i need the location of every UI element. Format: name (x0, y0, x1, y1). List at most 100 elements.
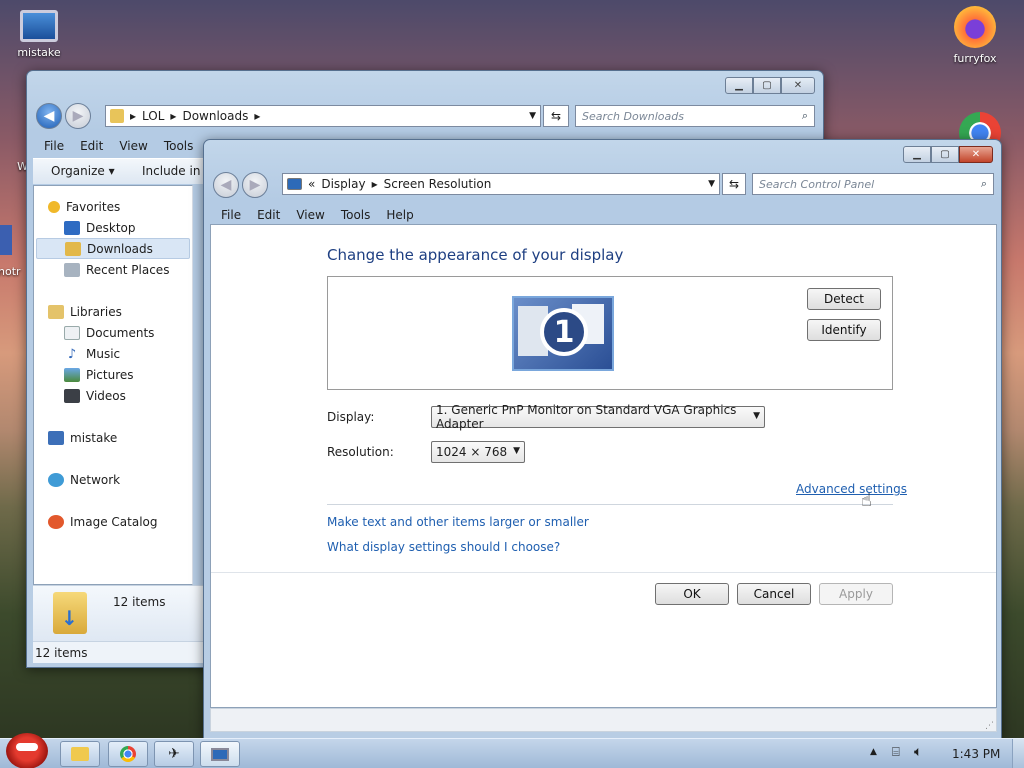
taskbar-chrome-button[interactable] (108, 741, 148, 767)
resize-grip-icon[interactable]: ⋰ (985, 721, 994, 731)
menu-tools[interactable]: Tools (333, 206, 379, 224)
recent-places-icon (64, 263, 80, 277)
address-dropdown-icon[interactable]: ▼ (529, 111, 536, 121)
resolution-select[interactable]: 1024 × 768 ▼ (431, 441, 525, 463)
nav-recent-places[interactable]: Recent Places (64, 263, 169, 277)
downloads-folder-icon (65, 241, 81, 256)
taskbar-explorer-button[interactable] (60, 741, 100, 767)
display-label: Display: (327, 410, 375, 424)
folder-icon (110, 109, 124, 123)
desktop-icon-mistake[interactable]: mistake (4, 10, 74, 59)
network-icon (48, 473, 64, 487)
nav-network[interactable]: Network (48, 473, 120, 487)
desktop-icon-furryfox[interactable]: furryfox (940, 6, 1010, 65)
document-icon (0, 225, 12, 255)
ok-button[interactable]: OK (655, 583, 729, 605)
desktop-icon-label: mistake (17, 46, 61, 59)
minimize-button[interactable]: ▁ (725, 77, 753, 94)
breadcrumb-display[interactable]: Display (321, 177, 365, 191)
forward-button[interactable]: ▶ (242, 172, 268, 198)
address-bar[interactable]: « Display ▸ Screen Resolution ▼ (282, 173, 720, 195)
close-button[interactable]: ✕ (781, 77, 815, 94)
nav-image-catalog[interactable]: Image Catalog (48, 515, 157, 529)
nav-desktop[interactable]: Desktop (64, 221, 136, 235)
show-hidden-icons-icon[interactable]: ▲ (870, 747, 877, 757)
nav-favorites[interactable]: Favorites (48, 200, 120, 214)
show-desktop-button[interactable] (1012, 739, 1024, 768)
menu-view[interactable]: View (288, 206, 332, 224)
clock[interactable]: 1:43 PM (952, 747, 1000, 761)
libraries-icon (48, 305, 64, 319)
text-size-link[interactable]: Make text and other items larger or smal… (327, 515, 589, 529)
display-control-panel-icon (287, 178, 302, 190)
videos-icon (64, 389, 80, 403)
volume-icon[interactable]: 🔈︎ (914, 744, 922, 760)
close-button[interactable]: ✕ (959, 146, 993, 163)
refresh-button[interactable]: ⇆ (543, 105, 569, 127)
menu-tools[interactable]: Tools (156, 137, 202, 155)
network-tray-icon[interactable]: ⌸ (892, 745, 900, 760)
maximize-button[interactable]: ▢ (753, 77, 781, 94)
search-icon: ⌕ (980, 177, 987, 190)
chrome-icon (120, 746, 136, 762)
search-input[interactable]: Search Control Panel ⌕ (752, 173, 994, 195)
maximize-button[interactable]: ▢ (931, 146, 959, 163)
display-select[interactable]: 1. Generic PnP Monitor on Standard VGA G… (431, 403, 765, 431)
detect-button[interactable]: Detect (807, 288, 881, 310)
advanced-settings-link[interactable]: Advanced settings (796, 482, 907, 496)
monitor-1-icon[interactable]: 1 (512, 296, 614, 371)
menu-help[interactable]: Help (378, 206, 421, 224)
apply-button[interactable]: Apply (819, 583, 893, 605)
taskbar-control-panel-button[interactable] (200, 741, 240, 767)
menu-bar: File Edit View Tools H (36, 137, 226, 155)
screen-resolution-window: ▁ ▢ ✕ ◀ ▶ « Display ▸ Screen Resolution … (203, 139, 1002, 739)
content-area: Change the appearance of your display 1 … (210, 224, 997, 708)
rocket-icon: ✈ (168, 746, 180, 762)
menu-file[interactable]: File (36, 137, 72, 155)
desktop-icon-w[interactable]: W (0, 160, 28, 173)
breadcrumb-lol[interactable]: LOL (142, 109, 164, 123)
menu-file[interactable]: File (213, 206, 249, 224)
computer-icon (20, 10, 58, 42)
identify-button[interactable]: Identify (807, 319, 881, 341)
nav-documents[interactable]: Documents (64, 326, 154, 340)
back-button[interactable]: ◀ (36, 103, 62, 129)
firefox-icon (954, 6, 996, 48)
start-button[interactable] (6, 733, 48, 768)
nav-videos[interactable]: Videos (64, 389, 126, 403)
organize-button[interactable]: Organize ▾ (51, 164, 115, 178)
folder-icon (71, 747, 89, 761)
address-dropdown-icon[interactable]: ▼ (708, 179, 715, 189)
breadcrumb-screen-resolution[interactable]: Screen Resolution (384, 177, 492, 191)
breadcrumb-downloads[interactable]: Downloads (182, 109, 248, 123)
cancel-button[interactable]: Cancel (737, 583, 811, 605)
search-icon: ⌕ (801, 109, 808, 122)
display-settings-help-link[interactable]: What display settings should I choose? (327, 540, 560, 554)
nav-computer[interactable]: mistake (48, 431, 117, 445)
forward-button[interactable]: ▶ (65, 103, 91, 129)
nav-downloads[interactable]: Downloads (36, 238, 190, 259)
menu-edit[interactable]: Edit (72, 137, 111, 155)
music-icon: ♪ (67, 347, 77, 362)
details-item-count: 12 items (113, 595, 166, 609)
taskbar: ✈ ▲ ⌸ 🔈︎ 1:43 PM (0, 733, 1024, 768)
menu-edit[interactable]: Edit (249, 206, 288, 224)
nav-pictures[interactable]: Pictures (64, 368, 134, 382)
taskbar-app-button[interactable]: ✈ (154, 741, 194, 767)
include-in-library-button[interactable]: Include in li (142, 164, 211, 178)
desktop-icon-label: notr (0, 265, 21, 278)
address-bar[interactable]: ▸ LOL ▸ Downloads ▸ ▼ (105, 105, 541, 127)
search-input[interactable]: Search Downloads ⌕ (575, 105, 815, 127)
nav-libraries[interactable]: Libraries (48, 305, 122, 319)
back-button[interactable]: ◀ (213, 172, 239, 198)
display-icon (211, 747, 229, 761)
monitor-preview-panel: 1 Detect Identify (327, 276, 893, 390)
nav-music[interactable]: ♪ Music (64, 347, 120, 362)
desktop-folder-icon (64, 221, 80, 235)
pictures-icon (64, 368, 80, 382)
refresh-button[interactable]: ⇆ (722, 173, 746, 195)
downloads-folder-large-icon: ↓ (53, 592, 87, 634)
menu-view[interactable]: View (111, 137, 155, 155)
minimize-button[interactable]: ▁ (903, 146, 931, 163)
chevron-down-icon: ▼ (753, 411, 760, 421)
